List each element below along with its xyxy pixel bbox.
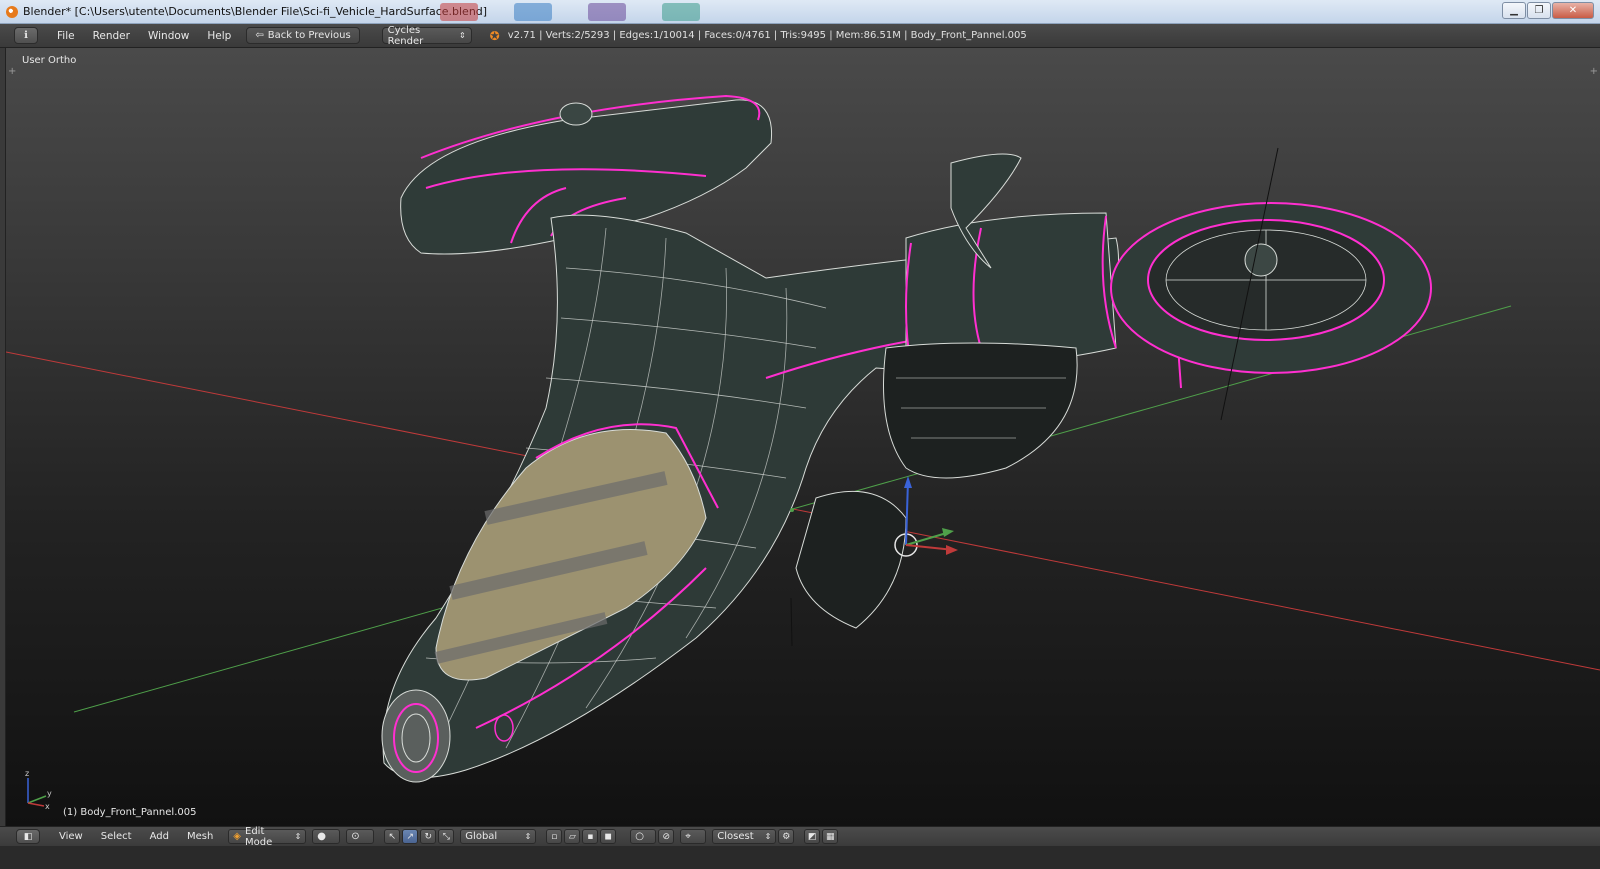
vertex-select-icon[interactable]: ▫ bbox=[546, 829, 563, 844]
view-name-label: User Ortho bbox=[22, 55, 77, 66]
menu-add[interactable]: Add bbox=[141, 831, 178, 842]
snap-element-select[interactable]: ⌖ bbox=[680, 829, 707, 844]
window-title: Blender* [C:\Users\utente\Documents\Blen… bbox=[23, 5, 488, 18]
solid-shading-icon: ● bbox=[317, 831, 327, 842]
updown-arrows-icon: ⇕ bbox=[458, 31, 466, 40]
active-object-label: (1) Body_Front_Pannel.005 bbox=[63, 807, 197, 818]
3d-viewport[interactable]: z y x User Ortho (1) Body_Front_Pannel.0… bbox=[6, 48, 1600, 826]
opengl-render-icon[interactable]: ◩ bbox=[804, 829, 821, 844]
window-bottom-edge bbox=[0, 846, 1600, 869]
opengl-render-animation-icon[interactable]: ▦ bbox=[822, 829, 839, 844]
transform-orientation-select[interactable]: Global ⇕ bbox=[460, 829, 537, 844]
proportional-edit-icon: ○ bbox=[635, 831, 645, 842]
edge-select-icon[interactable]: ▱ bbox=[564, 829, 581, 844]
occlude-geometry-icon[interactable]: ◼ bbox=[600, 829, 617, 844]
orientation-value: Global bbox=[465, 831, 498, 842]
svg-text:z: z bbox=[25, 769, 29, 778]
snap-element-icon: ⌖ bbox=[685, 831, 691, 842]
window-controls: ▁ ❐ ✕ bbox=[1501, 2, 1594, 19]
menu-select[interactable]: Select bbox=[92, 831, 141, 842]
menu-window[interactable]: Window bbox=[139, 30, 198, 42]
blender-app-icon bbox=[6, 5, 18, 18]
back-to-previous-button[interactable]: ⇦ Back to Previous bbox=[246, 27, 360, 44]
info-icon: ℹ bbox=[24, 30, 28, 41]
viewport-scene: z y x bbox=[6, 94, 1600, 811]
snap-target-select[interactable]: Closest ⇕ bbox=[712, 829, 777, 844]
face-select-icon[interactable]: ▪ bbox=[582, 829, 599, 844]
menu-file[interactable]: File bbox=[48, 30, 84, 42]
info-header: ℹ File Render Window Help ⇦ Back to Prev… bbox=[0, 24, 1600, 48]
rotate-manipulator-icon[interactable]: ↻ bbox=[420, 829, 437, 844]
region-toggle-right-icon[interactable]: + bbox=[1590, 66, 1598, 77]
view-axis-widget: z y x bbox=[25, 769, 52, 811]
proportional-edit-select[interactable]: ○ bbox=[630, 829, 657, 844]
menu-render[interactable]: Render bbox=[84, 30, 139, 42]
maximize-icon[interactable]: ❐ bbox=[1527, 2, 1551, 19]
window-title-bar: Blender* [C:\Users\utente\Documents\Blen… bbox=[0, 0, 1600, 24]
render-engine-value: Cycles Render bbox=[387, 24, 424, 47]
updown-arrows-icon: ⇕ bbox=[524, 832, 532, 841]
pivot-point-select[interactable]: ⊙ bbox=[346, 829, 375, 844]
translate-manipulator-icon[interactable]: ↗ bbox=[402, 829, 419, 844]
background-taskbar-thumbnails bbox=[440, 3, 700, 21]
cube-view-icon: ◧ bbox=[23, 831, 33, 842]
mode-select[interactable]: ◈ Edit Mode ⇕ bbox=[228, 826, 307, 848]
menu-mesh[interactable]: Mesh bbox=[178, 831, 222, 842]
back-to-previous-label: Back to Previous bbox=[267, 30, 351, 41]
3d-view-header: ◧ View Select Add Mesh ◈ Edit Mode ⇕ ● ⊙… bbox=[0, 826, 1600, 848]
snap-project-icon[interactable]: ⚙ bbox=[778, 829, 795, 844]
svg-text:x: x bbox=[45, 802, 50, 811]
blender-logo-icon: ✪ bbox=[489, 28, 500, 43]
scale-manipulator-icon[interactable]: ⤡ bbox=[438, 829, 455, 844]
mode-value: Edit Mode bbox=[245, 825, 273, 848]
menu-help[interactable]: Help bbox=[198, 30, 240, 42]
svg-text:y: y bbox=[47, 789, 52, 798]
close-icon[interactable]: ✕ bbox=[1552, 2, 1594, 19]
snap-toggle-icon[interactable]: ⊘ bbox=[658, 829, 675, 844]
scene-statistics: v2.71 | Verts:2/5293 | Edges:1/10014 | F… bbox=[507, 30, 1027, 41]
updown-arrows-icon: ⇕ bbox=[764, 832, 772, 841]
info-editor-type-button[interactable]: ℹ bbox=[14, 27, 38, 44]
3d-view-editor-type-button[interactable]: ◧ bbox=[16, 829, 40, 844]
edit-mode-icon: ◈ bbox=[233, 831, 241, 842]
viewport-shading-select[interactable]: ● bbox=[312, 829, 341, 844]
region-toggle-left-icon[interactable]: + bbox=[8, 66, 16, 77]
minimize-icon[interactable]: ▁ bbox=[1502, 2, 1526, 19]
pivot-icon: ⊙ bbox=[351, 831, 360, 842]
back-arrow-icon: ⇦ bbox=[255, 30, 264, 41]
updown-arrows-icon: ⇕ bbox=[294, 832, 302, 841]
menu-view[interactable]: View bbox=[50, 831, 92, 842]
snap-target-value: Closest bbox=[717, 831, 754, 842]
manipulator-toggle-icon[interactable]: ↖ bbox=[384, 829, 401, 844]
render-engine-select[interactable]: Cycles Render ⇕ bbox=[381, 24, 472, 47]
